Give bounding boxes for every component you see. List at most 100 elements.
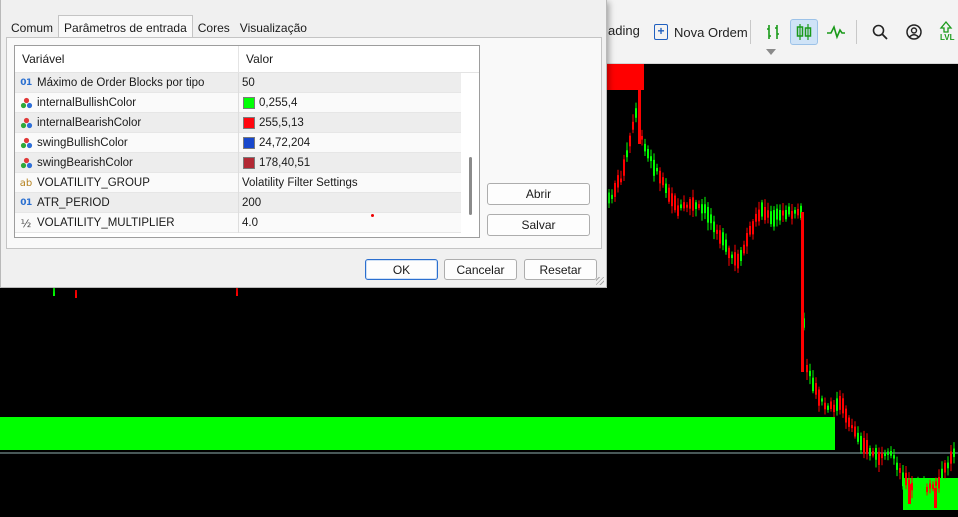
candlesticks-button[interactable] [790, 19, 818, 45]
candle-body [845, 408, 847, 423]
algo-trading-button-label[interactable]: ading [608, 23, 640, 38]
open-button-label: Abrir [525, 187, 552, 201]
candle-body [833, 404, 835, 413]
candle-body [626, 150, 628, 158]
account-button[interactable] [900, 19, 928, 45]
parameter-value[interactable]: 178,40,51 [259, 157, 310, 169]
candle-body [701, 204, 703, 214]
tab-visualizacao[interactable]: Visualização [235, 17, 312, 38]
candle-body [719, 230, 721, 244]
candle-body [665, 183, 667, 194]
parameter-name-cell: ab VOLATILITY_GROUP [15, 173, 239, 193]
candle-body [623, 159, 625, 176]
parameter-row[interactable]: swingBearishColor 178,40,51 [15, 153, 461, 173]
terminal-toolbar: ading + Nova Ordem LVL [600, 0, 958, 64]
parameter-row[interactable]: 01 Máximo de Order Blocks por tipo 50 [15, 73, 461, 93]
candle-body [674, 195, 676, 211]
candle-body [611, 194, 613, 199]
candle-body [632, 121, 634, 130]
line-chart-button[interactable] [822, 19, 850, 45]
candle-body [710, 214, 712, 224]
parameter-row[interactable]: swingBullishColor 24,72,204 [15, 133, 461, 153]
parameter-value[interactable]: Volatility Filter Settings [242, 177, 358, 189]
candle-body [761, 202, 763, 217]
candle-body [752, 221, 754, 235]
cursor-marker [371, 214, 374, 217]
integer-type-icon: 01 [20, 78, 32, 88]
parameter-value-cell[interactable]: 255,5,13 [239, 113, 461, 133]
save-button[interactable]: Salvar [487, 214, 590, 236]
parameter-row[interactable]: internalBullishColor 0,255,4 [15, 93, 461, 113]
candle-body [896, 462, 898, 470]
parameter-value-cell[interactable]: 178,40,51 [239, 153, 461, 173]
parameter-value-cell[interactable]: 0,255,4 [239, 93, 461, 113]
parameter-value[interactable]: 24,72,204 [259, 137, 310, 149]
cancel-button[interactable]: Cancelar [444, 259, 517, 280]
candle-body [650, 156, 652, 162]
candle-body [797, 208, 799, 216]
new-order-button[interactable]: + Nova Ordem [654, 21, 748, 43]
tab-parametros-de-entrada[interactable]: Parâmetros de entrada [58, 15, 193, 39]
parameter-value-cell[interactable]: 200 [239, 193, 461, 213]
column-header-value[interactable]: Valor [239, 46, 461, 73]
candle-body [659, 170, 661, 184]
parameter-name: internalBullishColor [37, 97, 137, 109]
candle-body [75, 290, 77, 298]
candle-body [791, 210, 793, 219]
search-icon [872, 24, 888, 40]
parameter-value[interactable]: 50 [242, 77, 255, 89]
candle-body [656, 167, 658, 172]
candle-body [938, 476, 940, 489]
reset-button[interactable]: Resetar [524, 259, 597, 280]
color-swatch[interactable] [243, 117, 255, 129]
parameter-value-cell[interactable]: Volatility Filter Settings [239, 173, 461, 193]
parameter-row[interactable]: ½ VOLATILITY_MULTIPLIER 4.0 [15, 213, 461, 233]
dialog-tabs: Comum Parâmetros de entrada Cores Visual… [6, 14, 312, 39]
column-header-variable[interactable]: Variável [15, 46, 239, 73]
parameter-value-cell[interactable]: 50 [239, 73, 461, 93]
candle-body [953, 448, 955, 458]
candle-body [647, 148, 649, 159]
candle-body [854, 426, 856, 437]
resize-grip-icon[interactable] [596, 277, 604, 285]
candle-body [725, 239, 727, 252]
open-button[interactable]: Abrir [487, 183, 590, 205]
parameter-value-cell[interactable]: 4.0 [239, 213, 461, 233]
tab-cores[interactable]: Cores [193, 17, 235, 38]
parameter-value[interactable]: 0,255,4 [259, 97, 297, 109]
candle-body [776, 208, 778, 220]
grid-vertical-scrollbar[interactable] [461, 73, 479, 237]
color-swatch[interactable] [243, 97, 255, 109]
ok-button[interactable]: OK [365, 259, 438, 280]
account-icon [906, 24, 922, 40]
parameter-value-cell[interactable]: 24,72,204 [239, 133, 461, 153]
scrollbar-thumb[interactable] [469, 157, 472, 215]
candle-body [914, 485, 916, 492]
candle-body [860, 435, 862, 451]
parameter-row[interactable]: 01 ATR_PERIOD 200 [15, 193, 461, 213]
candle-body [836, 398, 838, 411]
candle-body [782, 210, 784, 216]
color-swatch[interactable] [243, 137, 255, 149]
parameter-value[interactable]: 200 [242, 197, 261, 209]
parameter-name-cell: swingBearishColor [15, 153, 239, 173]
candle-body [683, 202, 685, 209]
color-swatch[interactable] [243, 157, 255, 169]
parameter-row[interactable]: ab VOLATILITY_GROUP Volatility Filter Se… [15, 173, 461, 193]
parameter-value[interactable]: 255,5,13 [259, 117, 304, 129]
tab-comum[interactable]: Comum [6, 17, 58, 38]
candle-body [638, 74, 641, 144]
parameter-name: VOLATILITY_MULTIPLIER [37, 217, 175, 229]
candle-body [641, 135, 643, 140]
integer-type-icon: 01 [20, 198, 32, 208]
parameter-value[interactable]: 4.0 [242, 217, 258, 229]
color-palette-icon [19, 136, 33, 150]
parameter-row[interactable]: internalBearishColor 255,5,13 [15, 113, 461, 133]
chart-bars-button[interactable] [760, 19, 788, 45]
candle-body [773, 210, 775, 227]
candle-body [653, 159, 655, 176]
candle-body [686, 204, 688, 208]
candle-body [923, 480, 925, 498]
candle-body [818, 389, 820, 406]
search-button[interactable] [866, 19, 894, 45]
